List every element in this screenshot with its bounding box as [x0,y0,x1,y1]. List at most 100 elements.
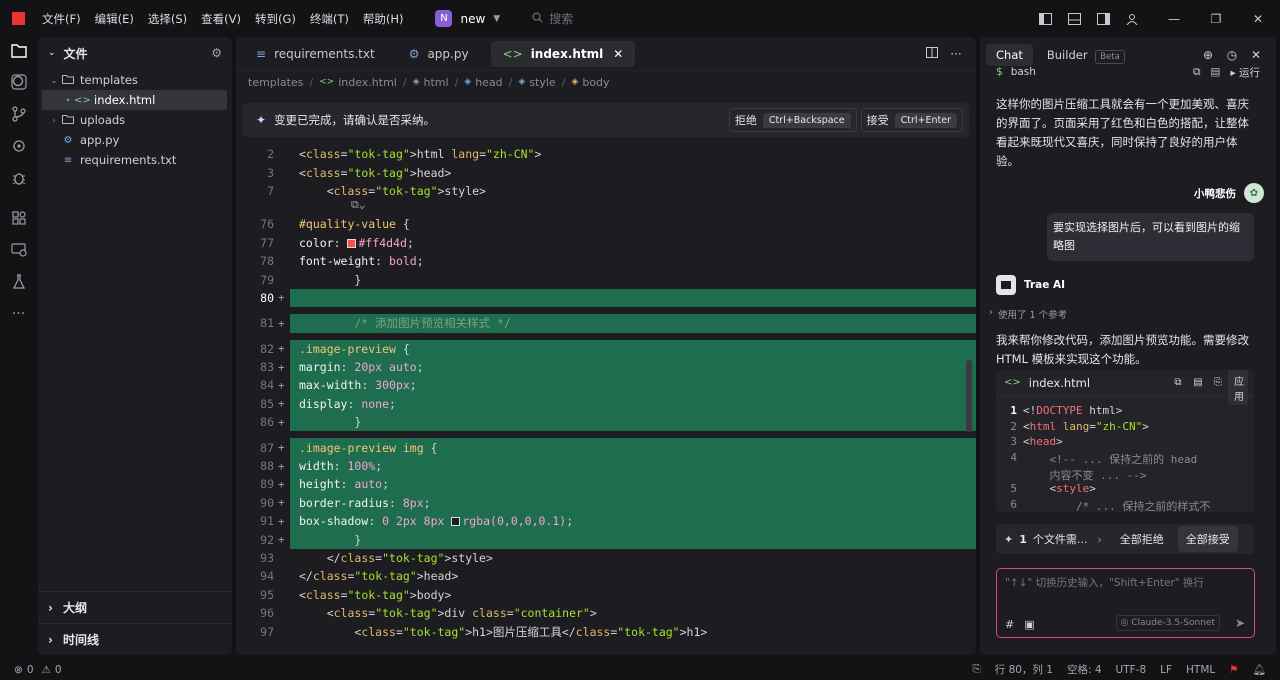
code-text: < class = "tok-tag" >body> [299,587,452,602]
restore-icon[interactable]: ❐ [1204,7,1228,31]
menu-go[interactable]: 转到(G) [255,11,296,27]
chat-input-placeholder: "↑↓" 切换历史输入，"Shift+Enter" 换行 [1005,577,1204,589]
tab-index-html[interactable]: <> index.html ✕ [490,40,636,67]
remote-icon[interactable] [0,130,37,162]
project-switcher[interactable]: N new ▼ [435,10,500,27]
breadcrumb-item[interactable]: index.html [338,76,397,89]
menu-terminal[interactable]: 终端(T) [310,11,349,27]
send-icon[interactable]: ➤ [1235,616,1245,630]
more-icon[interactable]: ··· [0,298,37,330]
snippet-language: bash [1010,66,1036,78]
image-icon[interactable]: ▣ [1024,618,1034,631]
menu-edit[interactable]: 编辑(E) [95,11,134,27]
split-editor-icon[interactable] [920,46,944,61]
line-number: 6 [1010,498,1017,512]
close-window-icon[interactable]: ✕ [1246,7,1270,31]
notifications-icon[interactable]: 🔔︎ [1253,663,1266,676]
line-number: 2 [1010,419,1017,433]
code-line: 93 </class = "tok-tag" >style> [236,549,976,567]
tree-item-uploads[interactable]: › uploads [38,110,232,130]
search-box[interactable]: 搜索 [532,10,573,27]
tree-item-index-html[interactable]: • <> index.html [42,90,227,110]
remote-explorer-icon[interactable] [0,234,37,266]
tree-item-templates[interactable]: ⌄ templates [38,70,232,90]
breadcrumb-item[interactable]: html [424,76,449,89]
diff-marker: + [278,316,285,330]
warning-icon[interactable]: ⚠ [42,664,51,676]
encoding[interactable]: UTF-8 [1116,664,1147,676]
run-button[interactable]: ▸ 运行 [1230,65,1260,80]
debug-icon[interactable] [0,162,37,194]
explorer-settings-icon[interactable]: ⚙ [211,46,222,60]
editor-scrollbar[interactable] [966,360,972,432]
color-swatch[interactable] [451,517,461,527]
html-icon: <> [1004,377,1021,388]
accept-all-button[interactable]: 全部接受 [1177,526,1238,552]
breadcrumb-item[interactable]: style [529,76,555,89]
insert-icon[interactable]: ▤ [1210,66,1220,78]
color-swatch[interactable] [347,238,357,248]
menu-file[interactable]: 文件(F) [42,11,81,27]
menu-selection[interactable]: 选择(S) [148,11,187,27]
more-actions-icon[interactable]: ··· [944,47,968,61]
accept-button[interactable]: 接受 Ctrl+Enter [860,108,963,132]
tab-chat[interactable]: Chat [986,44,1033,66]
tab-builder[interactable]: Builder Beta [1037,44,1135,66]
tab-requirements[interactable]: ≡ requirements.txt [244,41,387,67]
breadcrumb-item[interactable]: head [475,76,502,89]
menu-view[interactable]: 查看(V) [201,11,241,27]
breadcrumb-item[interactable]: body [582,76,609,89]
search-icon[interactable] [0,66,37,98]
close-panel-icon[interactable]: ✕ [1244,48,1268,62]
explorer-header[interactable]: ⌄ 文件 ⚙ [38,37,232,69]
apply-button[interactable]: ⚒ 应用 [1228,370,1248,405]
tree-item-app-py[interactable]: ⚙ app.py [38,130,232,150]
menu-help[interactable]: 帮助(H) [363,11,404,27]
line-number: 94 [260,569,274,584]
code-text: } [290,530,976,549]
insert-icon[interactable]: ▤ [1188,377,1208,388]
reference-toggle[interactable]: › 使用了 1 个参考 [980,307,1276,321]
cursor-position[interactable]: 行 80，列 1 [995,662,1053,677]
timeline-section[interactable]: › 时间线 [38,623,232,655]
toggle-panel-icon[interactable] [1062,7,1086,31]
tab-app-py[interactable]: ⚙ app.py [397,41,481,67]
toggle-chat-icon[interactable] [1091,7,1115,31]
breadcrumb-item[interactable]: templates [248,76,303,89]
code-area[interactable]: 2 < class = "tok-tag" >html lang = "zh-CN" > 3 < cl… [236,145,976,641]
files-icon[interactable] [0,34,37,66]
warning-count[interactable]: 0 [55,664,62,676]
copy-icon[interactable]: ⧉⌄ [351,198,365,212]
language-mode[interactable]: HTML [1186,664,1215,676]
diff-toolbar[interactable]: ⧉⌄ [236,198,976,215]
history-icon[interactable]: ◷ [1220,48,1244,62]
new-chat-icon[interactable]: ⊕ [1196,48,1220,62]
tab-builder-label: Builder [1046,48,1088,62]
tree-item-requirements[interactable]: ≡ requirements.txt [38,150,232,170]
account-icon[interactable] [1120,7,1144,31]
code-text: <html lang="zh-CN"> [1023,419,1149,433]
copy-path-icon[interactable]: ⎘ [972,663,980,676]
outline-section[interactable]: › 大纲 [38,591,232,623]
line-ending[interactable]: LF [1160,664,1172,676]
reject-button[interactable]: 拒绝 Ctrl+Backspace [728,108,857,132]
minimize-icon[interactable]: — [1162,7,1186,31]
feedback-icon[interactable]: ⚑ [1229,664,1238,676]
source-control-icon[interactable] [0,98,37,130]
extensions-icon[interactable] [0,202,37,234]
testing-icon[interactable] [0,266,37,298]
chat-input[interactable]: "↑↓" 切换历史输入，"Shift+Enter" 换行 # ▣ ◎ Claud… [996,568,1255,638]
indentation[interactable]: 空格: 4 [1067,662,1102,677]
copy-icon[interactable]: ⧉ [1168,377,1188,388]
error-count[interactable]: 0 [27,664,34,676]
close-icon[interactable]: ✕ [613,47,623,61]
new-file-icon[interactable]: ⎘ [1208,377,1228,388]
model-selector[interactable]: ◎ Claude-3.5-Sonnet [1115,615,1220,631]
trae-logo-icon [996,275,1016,295]
hash-icon[interactable]: # [1005,618,1014,631]
error-icon[interactable]: ⊗ [14,664,23,676]
chevron-right-icon[interactable]: › [1097,533,1101,546]
toggle-sidebar-icon[interactable] [1033,7,1057,31]
copy-icon[interactable]: ⧉ [1193,66,1201,79]
reject-all-button[interactable]: 全部拒绝 [1112,526,1172,552]
